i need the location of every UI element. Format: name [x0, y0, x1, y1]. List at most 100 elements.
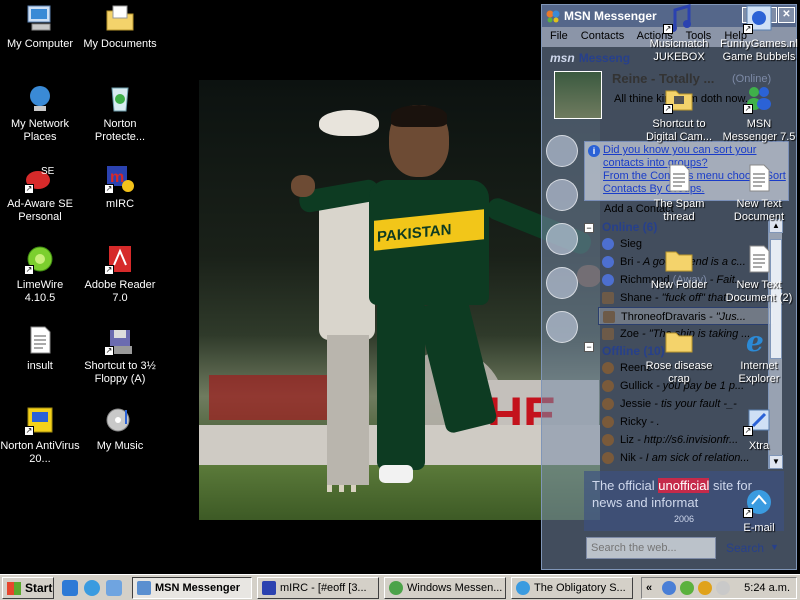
- desktop-icon-new-text-document[interactable]: New Text Document: [719, 162, 799, 224]
- msn-people-icon: ↗: [743, 82, 775, 114]
- web-search-button[interactable]: Search: [726, 541, 764, 555]
- player-leg-right: [416, 295, 498, 435]
- network-tray-icon[interactable]: [680, 581, 694, 595]
- desktop-icon-ad-aware-se-personal[interactable]: SE ↗ Ad-Aware SE Personal: [0, 162, 80, 224]
- desktop-icon-label: Shortcut to Digital Cam...: [645, 118, 713, 143]
- contacts-tab-icon[interactable]: [546, 135, 578, 167]
- info-icon: i: [588, 145, 600, 157]
- recycle-bin-icon: [104, 82, 136, 114]
- search-dropdown-icon[interactable]: ▼: [770, 542, 779, 552]
- msn-butterfly-icon[interactable]: [106, 580, 122, 596]
- bell-tab-icon[interactable]: [546, 179, 578, 211]
- player-shoe: [379, 465, 413, 483]
- display-picture[interactable]: [554, 71, 602, 119]
- taskbar-button-windows-messenger[interactable]: Windows Messen...: [384, 577, 506, 599]
- desktop-icon-my-music[interactable]: My Music: [80, 404, 160, 453]
- offline-buddy-icon: [602, 434, 614, 446]
- player-hair: [391, 105, 447, 127]
- shortcut-arrow-icon: ↗: [24, 426, 34, 436]
- desktop-icon-rose-disease-crap[interactable]: Rose disease crap: [639, 324, 719, 386]
- internet-explorer-icon[interactable]: [84, 580, 100, 596]
- clock[interactable]: 5:24 a.m.: [744, 582, 790, 594]
- taskbar-button-mirc[interactable]: mIRC - [#eoff [3...: [257, 577, 379, 599]
- wallpaper-photo: HE PAKISTAN: [199, 80, 600, 520]
- messenger-logo-text: Messeng: [578, 51, 631, 65]
- desktop-icon-label: Rose disease crap: [645, 360, 713, 385]
- folder-icon: [663, 324, 695, 356]
- computer-icon: [24, 2, 56, 34]
- volume-tray-icon[interactable]: [716, 581, 730, 595]
- star-tab-icon[interactable]: [546, 311, 578, 343]
- contact-row[interactable]: ThroneofDravaris - "Jus...: [598, 307, 774, 325]
- msn-people-icon: [137, 581, 151, 595]
- text-document-icon: [743, 243, 775, 275]
- online-group-collapse[interactable]: −: [584, 223, 594, 233]
- desktop-icon-insult[interactable]: insult: [0, 324, 80, 373]
- online-buddy-icon: [602, 292, 614, 304]
- desktop-icon-label: Musicmatch JUKEBOX: [649, 38, 709, 63]
- text-document-icon: [743, 162, 775, 194]
- desktop-icon-label: The Spam thread: [653, 198, 705, 223]
- text-document-icon: [663, 162, 695, 194]
- desktop-icon-label: FunnyGames.nl Game Bubbels: [720, 38, 798, 63]
- desktop-icon-new-text-document-2[interactable]: New Text Document (2): [719, 243, 799, 305]
- desktop-icon-norton-protecte[interactable]: Norton Protecte...: [80, 82, 160, 144]
- contact-name: Liz: [620, 434, 635, 446]
- offline-group-collapse[interactable]: −: [584, 342, 594, 352]
- scroll-down-button[interactable]: ▼: [769, 455, 783, 469]
- web-search-input[interactable]: [586, 537, 716, 559]
- msn-tray-icon[interactable]: [662, 581, 676, 595]
- heart-tab-icon[interactable]: [546, 267, 578, 299]
- taskbar-button-msn[interactable]: MSN Messenger: [132, 577, 252, 599]
- desktop-icon-e-mail[interactable]: ↗ E-mail: [719, 486, 799, 535]
- taskbar-label: Windows Messen...: [407, 582, 503, 594]
- desktop-icon-label: New Folder: [650, 279, 708, 291]
- desktop-icon-label: LimeWire 4.10.5: [16, 279, 64, 304]
- ad-text: The official: [592, 478, 655, 493]
- offline-buddy-icon: [602, 380, 614, 392]
- desktop-icon-label: Internet Explorer: [738, 360, 780, 385]
- online-buddy-icon: [602, 238, 614, 250]
- desktop-icon-xtra[interactable]: ↗ Xtra: [719, 404, 799, 453]
- folder-icon: [663, 243, 695, 275]
- menu-contacts[interactable]: Contacts: [581, 30, 624, 42]
- globe-tab-icon[interactable]: [546, 223, 578, 255]
- start-button[interactable]: Start: [2, 577, 54, 599]
- menu-file[interactable]: File: [550, 30, 568, 42]
- shortcut-arrow-icon: ↗: [663, 24, 673, 34]
- online-buddy-icon: [603, 311, 615, 323]
- desktop-icon-label: Norton Protecte...: [94, 118, 146, 143]
- contact-personal-message: - .: [649, 416, 660, 428]
- show-desktop-icon[interactable]: [62, 580, 78, 596]
- desktop-icon-limewire-4-10-5[interactable]: ↗ LimeWire 4.10.5: [0, 243, 80, 305]
- windows-flag-icon: [7, 582, 21, 595]
- taskbar-label: mIRC - [#eoff [3...: [280, 582, 367, 594]
- internet-explorer-icon: e: [743, 324, 775, 358]
- desktop-icon-funnygames-nl-game-bubbels[interactable]: ↗ FunnyGames.nl Game Bubbels: [719, 2, 799, 64]
- msn-butterfly-icon: [546, 9, 560, 23]
- desktop-icon-label: Xtra: [748, 440, 770, 452]
- svg-text:SE: SE: [41, 166, 55, 177]
- tray-expand-chevron[interactable]: «: [646, 582, 652, 594]
- desktop-icon-my-computer[interactable]: My Computer: [0, 2, 80, 51]
- desktop-icon-the-spam-thread[interactable]: The Spam thread: [639, 162, 719, 224]
- desktop-icon-norton-antivirus-20[interactable]: ↗ Norton AntiVirus 20...: [0, 404, 80, 466]
- taskbar-button-obligatory[interactable]: The Obligatory S...: [511, 577, 633, 599]
- desktop-icon-internet-explorer[interactable]: e Internet Explorer: [719, 324, 799, 386]
- desktop-icon-shortcut-to-3-floppy-a[interactable]: ↗ Shortcut to 3½ Floppy (A): [80, 324, 160, 386]
- desktop-icon-label: insult: [27, 360, 53, 372]
- shortcut-arrow-icon: ↗: [24, 184, 34, 194]
- online-buddy-icon: [602, 256, 614, 268]
- internet-explorer-icon: [516, 581, 530, 595]
- desktop-icon-new-folder[interactable]: New Folder: [639, 243, 719, 292]
- xtra-icon: ↗: [743, 404, 775, 436]
- desktop-icon-musicmatch-jukebox[interactable]: ↗ Musicmatch JUKEBOX: [639, 2, 719, 64]
- desktop-icon-my-network-places[interactable]: My Network Places: [0, 82, 80, 144]
- desktop-icon-msn-messenger-7-5[interactable]: ↗ MSN Messenger 7.5: [719, 82, 799, 144]
- desktop-icon-adobe-reader-7-0[interactable]: ↗ Adobe Reader 7.0: [80, 243, 160, 305]
- desktop-icon-mirc[interactable]: m ↗ mIRC: [80, 162, 160, 211]
- messenger-tray-icon[interactable]: [698, 581, 712, 595]
- desktop-icon-my-documents[interactable]: My Documents: [80, 2, 160, 51]
- desktop-icon-shortcut-to-digital-cam[interactable]: ↗ Shortcut to Digital Cam...: [639, 82, 719, 144]
- contact-name: ThroneofDravaris: [621, 311, 706, 323]
